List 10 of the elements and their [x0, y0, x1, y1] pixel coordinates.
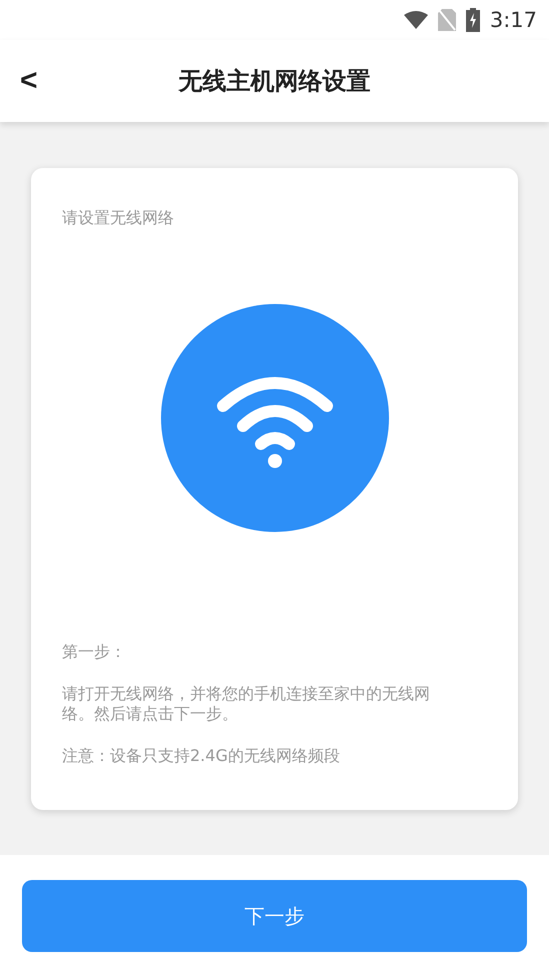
step-instructions: 请打开无线网络，并将您的手机连接至家中的无线网络。然后请点击下一步。 — [62, 684, 431, 724]
step-title: 第一步： — [62, 642, 127, 662]
clock-time: 3:17 — [490, 8, 537, 32]
card-heading: 请设置无线网络 — [62, 208, 175, 228]
battery-charging-icon — [466, 8, 480, 32]
wifi-signal-icon — [404, 11, 428, 29]
back-button[interactable]: < — [20, 64, 70, 98]
frequency-note: 注意：设备只支持2.4G的无线网络频段 — [62, 746, 341, 766]
page-title: 无线主机网络设置 — [178, 66, 370, 97]
no-sim-icon — [438, 9, 456, 31]
